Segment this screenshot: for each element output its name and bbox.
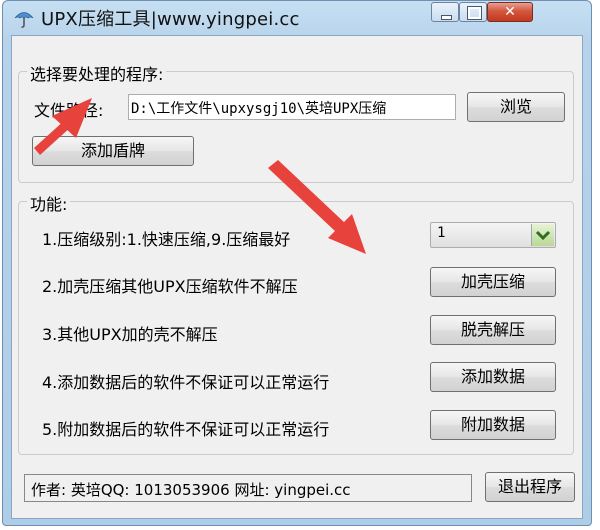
author-info: 作者: 英培QQ: 1013053906 网址: yingpei.cc — [24, 474, 472, 502]
attach-data-button[interactable]: 附加数据 — [430, 410, 556, 440]
program-group-label: 选择要处理的程序: — [27, 61, 167, 85]
unpack-button[interactable]: 脱壳解压 — [430, 315, 556, 345]
program-groupbox: 选择要处理的程序: — [18, 61, 574, 183]
compress-level-select[interactable]: 1 — [430, 222, 556, 248]
add-shield-button[interactable]: 添加盾牌 — [32, 136, 194, 166]
file-path-input[interactable]: D:\工作文件\upxysgj10\英培UPX压缩 — [128, 94, 456, 120]
title-bar[interactable]: UPX压缩工具|www.yingpei.cc ✕ — [3, 1, 591, 35]
file-path-label: 文件路径: — [34, 101, 104, 120]
window-title: UPX压缩工具|www.yingpei.cc — [41, 9, 300, 30]
browse-button[interactable]: 浏览 — [467, 92, 565, 122]
pack-compress-button[interactable]: 加壳压缩 — [430, 267, 556, 297]
add-data-button[interactable]: 添加数据 — [430, 362, 556, 392]
compress-level-value: 1 — [437, 225, 446, 241]
functions-group-label: 功能: — [27, 191, 71, 215]
close-button[interactable]: ✕ — [487, 2, 533, 22]
exit-button[interactable]: 退出程序 — [485, 472, 575, 502]
minimize-button[interactable] — [431, 2, 459, 22]
main-window: UPX压缩工具|www.yingpei.cc ✕ 选择要处理的程序: 文件路径:… — [2, 0, 592, 526]
maximize-button[interactable] — [459, 2, 487, 22]
chevron-down-icon[interactable] — [531, 224, 554, 246]
unpack-text: 3.其他UPX加的壳不解压 — [42, 325, 218, 344]
attach-data-text: 5.附加数据后的软件不保证可以正常运行 — [42, 420, 330, 439]
close-icon: ✕ — [504, 4, 516, 20]
compress-level-text: 1.压缩级别:1.快速压缩,9.压缩最好 — [42, 230, 291, 249]
umbrella-icon — [14, 12, 34, 28]
client-area: 选择要处理的程序: 文件路径: D:\工作文件\upxysgj10\英培UPX压… — [11, 35, 583, 519]
add-data-text: 4.添加数据后的软件不保证可以正常运行 — [42, 373, 330, 392]
pack-text: 2.加壳压缩其他UPX压缩软件不解压 — [42, 277, 298, 296]
